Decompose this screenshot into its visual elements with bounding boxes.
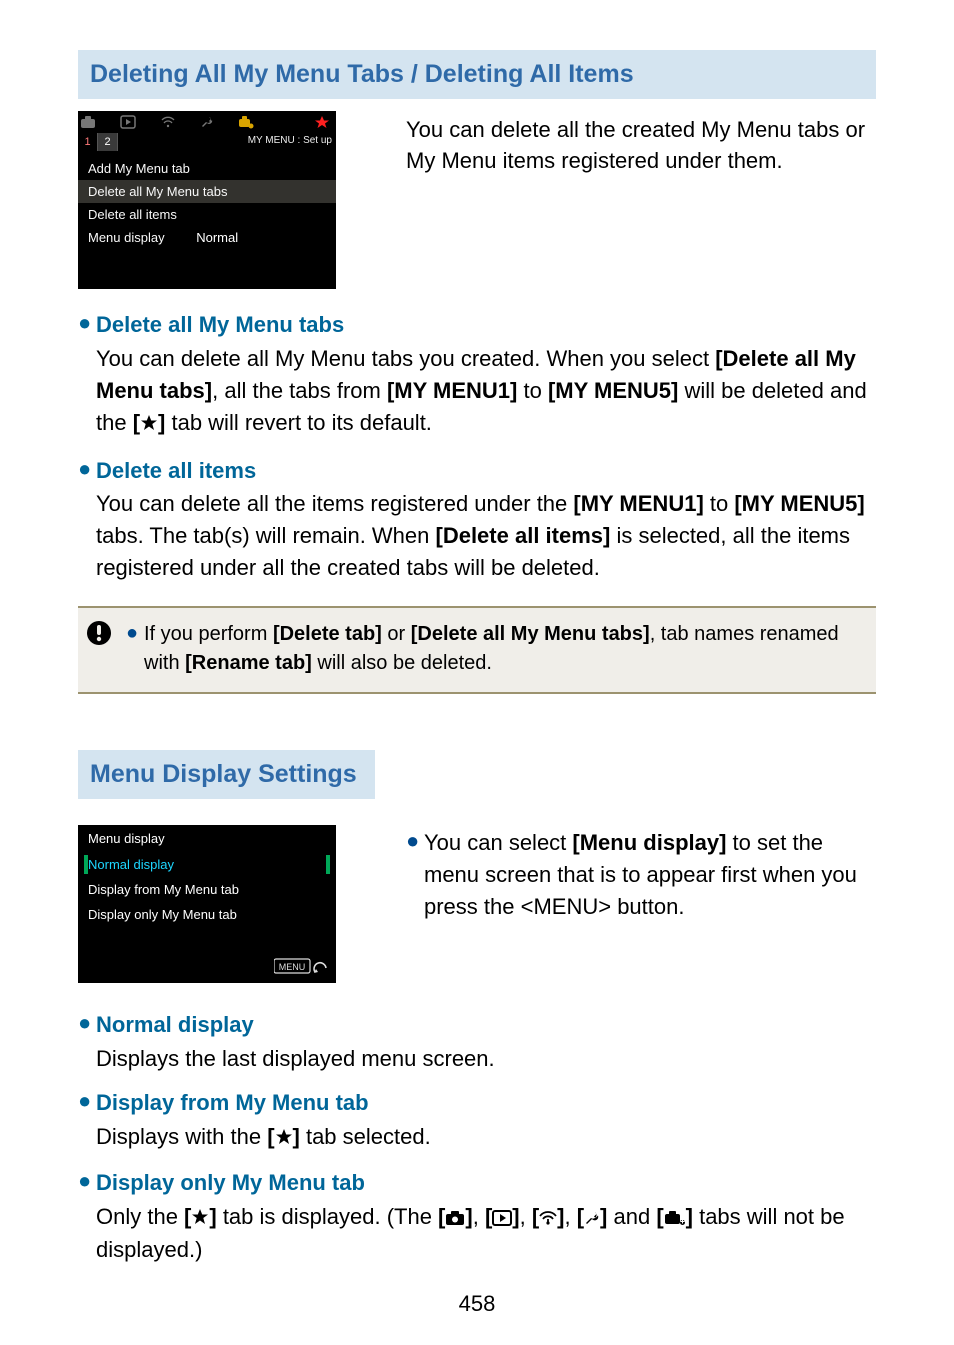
bullet-body-delete-items: You can delete all the items registered …	[96, 488, 876, 584]
bullet-body-normal: Displays the last displayed menu screen.	[96, 1043, 876, 1075]
star-icon	[140, 409, 158, 441]
play-tab-icon	[120, 115, 136, 129]
camera-dot-icon	[664, 1203, 686, 1235]
cam-row-add: Add My Menu tab	[78, 157, 336, 180]
cs2-opt-from-mymenu: Display from My Menu tab	[78, 877, 336, 902]
page-number: 458	[0, 1291, 954, 1317]
bullet-title-from: Display from My Menu tab	[96, 1087, 876, 1119]
section2-intro: You can select [Menu display] to set the…	[424, 827, 876, 923]
cam-row-delete-items: Delete all items	[78, 203, 336, 226]
warning-text: If you perform [Delete tab] or [Delete a…	[144, 620, 862, 678]
bullet-title-normal: Normal display	[96, 1009, 876, 1041]
bullet-dot: ●	[78, 309, 96, 441]
bullet-dot: ●	[78, 1009, 96, 1075]
menu-back-icon: MENU	[274, 958, 328, 977]
cs2-opt-normal: Normal display	[78, 852, 336, 877]
camera-icon	[445, 1203, 465, 1235]
warning-box: ● If you perform [Delete tab] or [Delete…	[78, 606, 876, 694]
cs2-opt-only-mymenu: Display only My Menu tab	[78, 902, 336, 927]
camera-screenshot-mymenu-setup: 1 2 MY MENU : Set up Add My Menu tab Del…	[78, 111, 336, 289]
star-icon	[275, 1123, 293, 1155]
bullet-title-delete-items: Delete all items	[96, 455, 876, 487]
bullet-title-only: Display only My Menu tab	[96, 1167, 876, 1199]
star-icon	[191, 1203, 209, 1235]
bullet-dot: ●	[78, 1167, 96, 1267]
cam-row-menu-display: Menu display Normal	[78, 226, 336, 249]
bullet-body-only: Only the [] tab is displayed. (The [], […	[96, 1201, 876, 1267]
svg-text:MENU: MENU	[279, 962, 306, 972]
wrench-icon	[584, 1203, 600, 1235]
warning-icon	[86, 620, 112, 678]
wrench-tab-icon	[200, 115, 214, 129]
wireless-icon	[539, 1203, 557, 1235]
section-header-deleting: Deleting All My Menu Tabs / Deleting All…	[78, 50, 876, 99]
star-tab-icon	[314, 115, 330, 129]
custom-tab-icon	[238, 115, 254, 129]
section1-intro: You can delete all the created My Menu t…	[406, 111, 876, 289]
wireless-tab-icon	[160, 115, 176, 129]
cam-subtab-1: 1	[78, 133, 98, 151]
bullet-dot: ●	[406, 827, 424, 923]
cs2-title: Menu display	[78, 825, 336, 852]
bullet-dot: ●	[78, 1087, 96, 1155]
bullet-dot: ●	[78, 455, 96, 585]
bullet-body-delete-tabs: You can delete all My Menu tabs you crea…	[96, 343, 876, 441]
cam-tabs-label: MY MENU : Set up	[248, 135, 332, 146]
bullet-dot: ●	[126, 620, 144, 678]
bullet-body-from: Displays with the [] tab selected.	[96, 1121, 876, 1155]
play-icon	[492, 1203, 512, 1235]
camera-screenshot-menu-display: Menu display Normal display Display from…	[78, 825, 336, 983]
cam-row-delete-tabs: Delete all My Menu tabs	[78, 180, 336, 203]
bullet-title-delete-tabs: Delete all My Menu tabs	[96, 309, 876, 341]
section-header-menu-display: Menu Display Settings	[78, 750, 375, 799]
camera-tab-icon	[80, 115, 96, 129]
cam-subtab-2: 2	[98, 133, 118, 151]
